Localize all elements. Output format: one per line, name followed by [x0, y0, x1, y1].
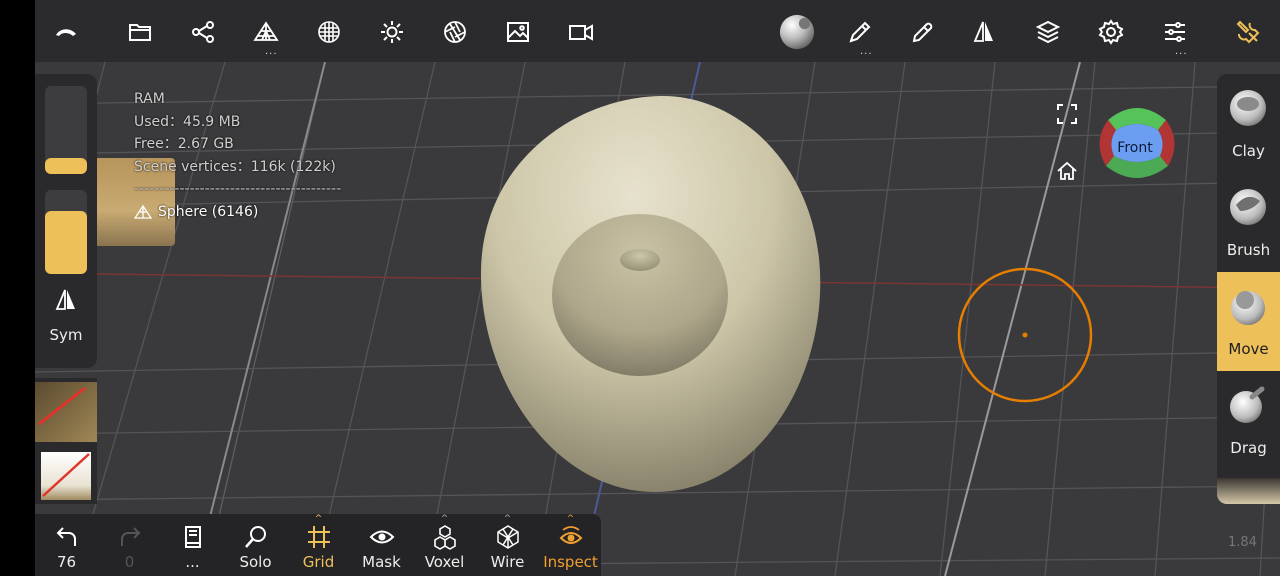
inspect-caret: ^	[566, 514, 575, 524]
tools-wrench-icon[interactable]	[1231, 15, 1265, 49]
history-book-icon	[185, 526, 201, 548]
tool-brush[interactable]: Brush	[1217, 173, 1280, 272]
scene-vertices: Scene vertices：116k (122k)	[134, 158, 336, 175]
sliders-icon[interactable]	[1158, 15, 1192, 49]
grid-button[interactable]: ^ Grid	[287, 514, 350, 576]
drag-tool-icon	[1230, 386, 1265, 423]
mesh-name: Sphere (6146)	[158, 203, 259, 220]
material-sphere-icon[interactable]	[312, 15, 346, 49]
sym-label[interactable]: Sym	[35, 326, 97, 344]
sliders-more: ...	[1175, 46, 1188, 57]
tool-move[interactable]: Move	[1217, 272, 1280, 371]
undo-button[interactable]: 76	[35, 514, 98, 576]
undo-icon	[56, 527, 76, 546]
radius-slider-fill	[45, 158, 87, 174]
clay-tool-icon	[1230, 90, 1266, 126]
redo-button[interactable]: 0	[98, 514, 161, 576]
camera-aperture-icon[interactable]	[438, 15, 472, 49]
voxel-label: Voxel	[424, 553, 465, 571]
topology-more: ...	[265, 46, 278, 57]
stroke-preview[interactable]	[35, 382, 97, 442]
layers-icon[interactable]	[1031, 15, 1065, 49]
mesh-topology-icon	[134, 204, 152, 219]
ram-used: Used：45.9 MB	[134, 113, 241, 130]
intensity-slider-fill	[45, 211, 87, 274]
radius-slider[interactable]	[45, 86, 87, 174]
tool-drag[interactable]: Drag	[1217, 371, 1280, 470]
brush-more: ...	[860, 46, 873, 57]
stats-separator: ----------------------------------------…	[134, 181, 342, 197]
scene-graph-icon[interactable]	[186, 15, 220, 49]
redo-icon	[121, 527, 141, 546]
inspect-label: Inspect	[543, 553, 598, 571]
redo-count: 0	[124, 553, 135, 571]
background-image-icon[interactable]	[501, 15, 535, 49]
left-black-bar	[0, 0, 35, 576]
voxel-cubes-icon	[434, 525, 456, 550]
home-view-icon[interactable]	[1056, 160, 1078, 182]
sphere-mesh[interactable]	[480, 95, 821, 492]
voxel-button[interactable]: ^ Voxel	[413, 514, 476, 576]
matcap-preview-icon[interactable]	[777, 12, 817, 52]
symmetry-toggle-icon[interactable]	[54, 288, 78, 312]
mask-label: Mask	[362, 553, 401, 571]
tool-move-label: Move	[1228, 340, 1269, 358]
grid-icon	[308, 526, 330, 548]
tool-clay[interactable]: Clay	[1217, 74, 1280, 173]
brush-tool-icon	[1230, 189, 1266, 225]
alpha-texture[interactable]	[41, 452, 91, 500]
voxel-caret: ^	[440, 514, 449, 524]
mesh-info: Sphere (6146)	[134, 201, 341, 224]
topology-icon[interactable]	[249, 15, 283, 49]
video-record-icon[interactable]	[564, 15, 598, 49]
app-logo-icon[interactable]	[49, 15, 83, 49]
tool-next-partial[interactable]	[1217, 478, 1280, 504]
settings-gear-icon[interactable]	[1094, 15, 1128, 49]
undo-count: 76	[56, 553, 77, 571]
fullscreen-icon[interactable]	[1056, 103, 1078, 125]
grid-caret: ^	[314, 514, 323, 524]
wire-label: Wire	[490, 553, 525, 571]
top-toolbar: ... ... ...	[35, 0, 1280, 62]
left-panel: Sym	[35, 74, 97, 368]
intensity-slider[interactable]	[45, 190, 87, 274]
sculpt-tools-panel: Clay Brush Move Drag	[1217, 74, 1280, 504]
mask-button[interactable]: Mask	[350, 514, 413, 576]
ram-stats-overlay: RAM Used：45.9 MB Free：2.67 GB Scene vert…	[134, 88, 341, 223]
folder-icon[interactable]	[123, 15, 157, 49]
wireframe-icon	[497, 525, 519, 549]
inspect-eye-icon	[559, 526, 583, 544]
lighting-sun-icon[interactable]	[375, 15, 409, 49]
solo-label: Solo	[239, 553, 272, 571]
brush-cursor	[957, 267, 1093, 403]
solo-button[interactable]: Solo	[224, 514, 287, 576]
inspect-button[interactable]: ^ Inspect	[539, 514, 602, 576]
tool-brush-label: Brush	[1226, 241, 1271, 259]
grid-label: Grid	[302, 553, 335, 571]
ram-title: RAM	[134, 91, 165, 107]
brush-pen-icon[interactable]	[843, 15, 877, 49]
tool-drag-label: Drag	[1230, 439, 1267, 457]
tool-clay-label: Clay	[1232, 142, 1265, 160]
history-more: ...	[185, 553, 200, 571]
bottom-toolbar: 76 0 ... Solo ^ Grid Mask ^ Voxel ^ Wire…	[35, 514, 601, 576]
wire-button[interactable]: ^ Wire	[476, 514, 539, 576]
history-button[interactable]: ...	[161, 514, 224, 576]
wire-caret: ^	[503, 514, 512, 524]
app: ... ... ... Sym RAM Used：45.9 MB Free：2.…	[0, 0, 1280, 576]
ram-free: Free：2.67 GB	[134, 136, 234, 152]
solo-search-icon	[245, 526, 266, 548]
color-picker-icon[interactable]	[906, 15, 940, 49]
version-label: 1.84	[1228, 535, 1257, 550]
gizmo-front-label[interactable]: Front	[1096, 140, 1174, 156]
mask-eye-icon	[369, 530, 395, 544]
stroke-panel	[35, 378, 97, 504]
move-tool-icon	[1231, 291, 1265, 325]
symmetry-icon[interactable]	[967, 15, 1001, 49]
